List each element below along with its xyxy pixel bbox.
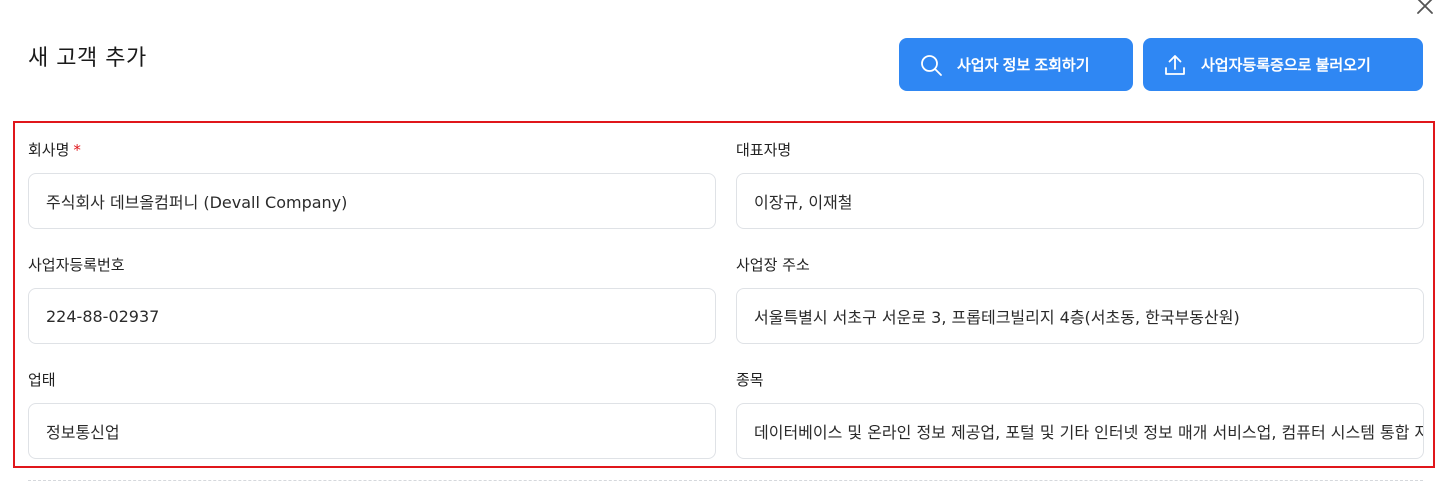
section-divider [28, 480, 1423, 481]
business-item-field: 종목 데이터베이스 및 온라인 정보 제공업, 포털 및 기타 인터넷 정보 매… [736, 370, 1424, 459]
business-number-input[interactable]: 224-88-02937 [28, 288, 716, 344]
business-type-field: 업태 정보통신업 [28, 370, 716, 459]
lookup-button-label: 사업자 정보 조회하기 [957, 57, 1090, 74]
company-name-label: 회사명 * [28, 141, 81, 159]
company-name-field: 회사명 * 주식회사 데브올컴퍼니 (Devall Company) [28, 140, 716, 229]
representative-label: 대표자명 [736, 141, 792, 159]
business-type-input[interactable]: 정보통신업 [28, 403, 716, 459]
close-icon [1417, 0, 1433, 14]
representative-field: 대표자명 이장규, 이재철 [736, 140, 1424, 229]
upload-business-registration-button[interactable]: 사업자등록증으로 불러오기 [1143, 38, 1423, 91]
required-mark: * [73, 141, 81, 159]
business-type-label: 업태 [28, 371, 56, 389]
upload-icon [1165, 54, 1185, 75]
header-actions: 사업자 정보 조회하기 사업자등록증으로 불러오기 [899, 38, 1423, 91]
business-address-input[interactable]: 서울특별시 서초구 서운로 3, 프롭테크빌리지 4층(서초동, 한국부동산원) [736, 288, 1424, 344]
close-button[interactable] [1411, 0, 1439, 20]
business-number-label: 사업자등록번호 [28, 256, 125, 274]
business-address-label: 사업장 주소 [736, 256, 810, 274]
search-icon [921, 54, 942, 76]
upload-button-label: 사업자등록증으로 불러오기 [1201, 57, 1371, 74]
modal-title: 새 고객 추가 [28, 46, 147, 71]
business-item-label: 종목 [736, 371, 764, 389]
lookup-business-info-button[interactable]: 사업자 정보 조회하기 [899, 38, 1133, 91]
customer-info-form: 회사명 * 주식회사 데브올컴퍼니 (Devall Company) 대표자명 이… [13, 121, 1435, 468]
business-address-field: 사업장 주소 서울특별시 서초구 서운로 3, 프롭테크빌리지 4층(서초동, … [736, 255, 1424, 344]
representative-input[interactable]: 이장규, 이재철 [736, 173, 1424, 229]
business-item-input[interactable]: 데이터베이스 및 온라인 정보 제공업, 포털 및 기타 인터넷 정보 매개 서… [736, 403, 1424, 459]
business-number-field: 사업자등록번호 224-88-02937 [28, 255, 716, 344]
company-name-input[interactable]: 주식회사 데브올컴퍼니 (Devall Company) [28, 173, 716, 229]
